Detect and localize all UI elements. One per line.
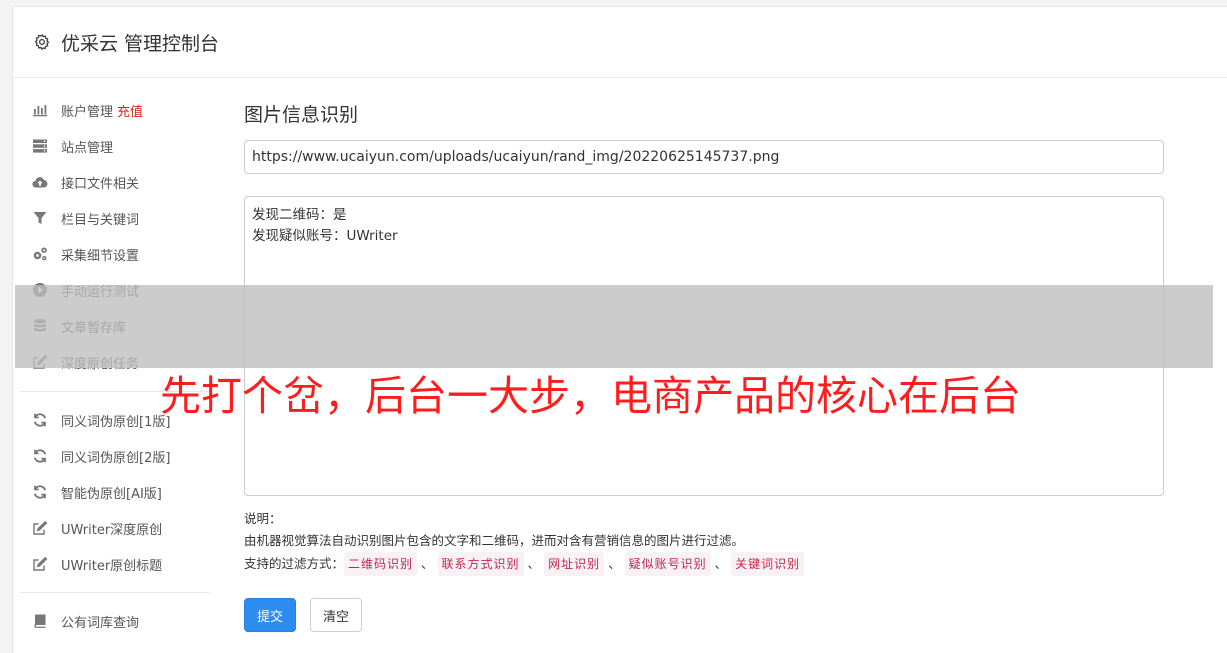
notes: 说明： 由机器视觉算法自动识别图片包含的文字和二维码，进而对含有营销信息的图片进…: [244, 508, 1165, 576]
sidebar-item[interactable]: 站点管理: [20, 128, 210, 164]
notes-label: 说明：: [244, 511, 282, 526]
result-line: 发现二维码：是: [252, 207, 347, 223]
sidebar-item[interactable]: 智能伪原创[AI版]: [20, 474, 210, 510]
sidebar-item-label: UWriter原创标题: [61, 558, 163, 574]
filter-tag: 疑似账号识别: [624, 552, 711, 576]
cogs-icon: [32, 246, 48, 262]
edit-icon: [32, 556, 48, 572]
caption-band: [15, 285, 1213, 368]
sidebar-item-label: 公有词库查询: [61, 615, 140, 631]
sidebar-item[interactable]: 采集细节设置: [20, 236, 210, 272]
refresh-icon: [32, 484, 48, 500]
sidebar-item-label: 站点管理: [61, 140, 114, 156]
sidebar-item[interactable]: 同义词伪原创[2版]: [20, 438, 210, 474]
filter-icon: [32, 210, 48, 226]
sidebar-item-label: UWriter深度原创: [61, 522, 163, 538]
sidebar-divider: [20, 592, 210, 593]
filter-list: 支持的过滤方式： 二维码识别 、 联系方式识别 、 网址识别 、 疑似账号识别 …: [244, 552, 1165, 576]
form-actions: 提交 清空: [244, 598, 1165, 632]
page-title: 图片信息识别: [244, 104, 359, 126]
refresh-icon: [32, 448, 48, 464]
sidebar-item[interactable]: 接口文件相关: [20, 164, 210, 200]
sidebar-item[interactable]: 账户管理 充值: [20, 92, 210, 128]
sidebar-item-label: 智能伪原创[AI版]: [61, 486, 162, 502]
filters-label: 支持的过滤方式：: [244, 556, 345, 571]
filter-separator: 、: [421, 556, 434, 571]
submit-button[interactable]: 提交: [244, 598, 297, 632]
console-header: 优采云 管理控制台: [13, 7, 1227, 78]
cloud-upload-icon: [32, 174, 48, 190]
caption-text: 先打个岔，后台一大步，电商产品的核心在后台: [160, 372, 1021, 420]
filter-tag: 关键词识别: [731, 552, 805, 576]
clear-button[interactable]: 清空: [310, 598, 363, 632]
filter-tag: 网址识别: [544, 552, 605, 576]
recharge-link[interactable]: 充值: [117, 101, 143, 120]
sidebar-item-label: 接口文件相关: [61, 176, 140, 192]
sidebar-item-label: 同义词伪原创[1版]: [61, 414, 171, 430]
filter-separator: 、: [608, 556, 621, 571]
console-title: 优采云 管理控制台: [61, 32, 220, 55]
result-line: 发现疑似账号：UWriter: [252, 228, 398, 244]
sidebar-item[interactable]: UWriter深度原创: [20, 510, 210, 546]
bar-chart-icon: [32, 102, 48, 118]
sidebar-item-label: 同义词伪原创[2版]: [61, 450, 171, 466]
book-icon: [32, 613, 48, 629]
sidebar-item[interactable]: UWriter原创标题: [20, 546, 210, 582]
notes-description: 由机器视觉算法自动识别图片包含的文字和二维码，进而对含有营销信息的图片进行过滤。: [244, 533, 745, 548]
edit-icon: [32, 520, 48, 536]
filter-separator: 、: [714, 556, 728, 571]
gear-icon: [33, 33, 51, 51]
sidebar-item[interactable]: 公有词库查询: [20, 603, 210, 639]
filter-tag: 二维码识别: [344, 552, 418, 576]
server-icon: [32, 138, 48, 154]
image-url-input[interactable]: [244, 140, 1164, 174]
filter-separator: 、: [527, 556, 541, 571]
sidebar-item-label: 栏目与关键词: [61, 212, 140, 228]
filter-tag: 联系方式识别: [437, 552, 524, 576]
sidebar-item[interactable]: 栏目与关键词: [20, 200, 210, 236]
sidebar-item-label: 采集细节设置: [61, 248, 140, 264]
sidebar-item-label: 账户管理: [61, 104, 114, 120]
refresh-icon: [32, 412, 48, 428]
